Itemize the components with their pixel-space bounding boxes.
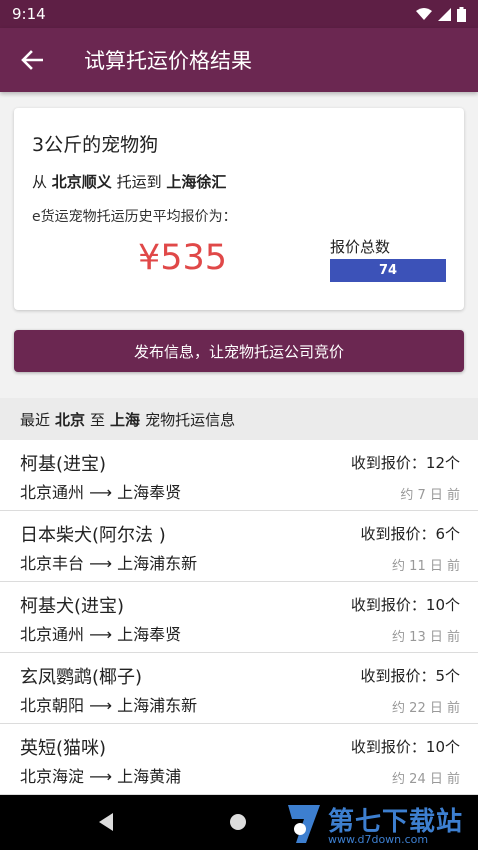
page-title: 试算托运价格结果 <box>84 49 252 73</box>
route: 北京海淀 ⟶ 上海黄浦 <box>20 767 182 786</box>
back-button[interactable] <box>0 28 64 92</box>
route-mid: 托运到 <box>116 173 162 191</box>
pet-name: 柯基犬(进宝) <box>20 596 125 617</box>
post-time: 约 22 日 前 <box>392 701 460 716</box>
watermark-url: www.d7down.com <box>328 833 429 846</box>
route: 北京通州 ⟶ 上海奉贤 <box>20 625 182 644</box>
battery-icon <box>457 6 466 22</box>
post-time: 约 13 日 前 <box>392 630 460 645</box>
watermark-logo-icon <box>288 805 320 843</box>
signal-icon <box>438 7 451 21</box>
quote-count-bar: 74 <box>330 259 446 282</box>
list-item[interactable]: 日本柴犬(阿尔法 ) 北京丰台 ⟶ 上海浦东新 收到报价：6个 约 11 日 前 <box>0 511 478 582</box>
average-price-label: e货运宠物托运历史平均报价为： <box>32 209 237 225</box>
post-time: 约 7 日 前 <box>400 488 460 503</box>
result-card: 3公斤的宠物狗 从 北京顺义 托运到 上海徐汇 e货运宠物托运历史平均报价为： … <box>14 108 464 310</box>
publish-button[interactable]: 发布信息，让宠物托运公司竞价 <box>14 330 464 372</box>
pet-name: 柯基(进宝) <box>20 454 107 475</box>
pet-name: 日本柴犬(阿尔法 ) <box>20 525 166 546</box>
quote-count-label: 报价总数 <box>330 238 391 256</box>
status-icons <box>416 6 466 22</box>
section-destination: 上海 <box>110 410 141 429</box>
list-item[interactable]: 英短(猫咪) 北京海淀 ⟶ 上海黄浦 收到报价：10个 约 24 日 前 <box>0 724 478 795</box>
quotes-received: 收到报价：12个 <box>350 454 460 472</box>
status-time: 9:14 <box>12 5 46 23</box>
status-bar: 9:14 <box>0 0 478 28</box>
wifi-icon <box>416 7 432 20</box>
section-origin: 北京 <box>55 410 86 429</box>
origin-city: 北京顺义 <box>51 173 112 191</box>
arrow-left-icon <box>21 50 43 70</box>
list-item[interactable]: 玄凤鹦鹉(椰子) 北京朝阳 ⟶ 上海浦东新 收到报价：5个 约 22 日 前 <box>0 653 478 724</box>
section-prefix: 最近 <box>20 410 51 429</box>
from-prefix: 从 <box>32 173 48 191</box>
shipment-list: 柯基(进宝) 北京通州 ⟶ 上海奉贤 收到报价：12个 约 7 日 前 日本柴犬… <box>0 440 478 795</box>
post-time: 约 11 日 前 <box>392 559 460 574</box>
pet-description: 3公斤的宠物狗 <box>32 134 159 156</box>
pet-name: 玄凤鹦鹉(椰子) <box>20 667 143 688</box>
destination-city: 上海徐汇 <box>166 173 227 191</box>
route: 北京朝阳 ⟶ 上海浦东新 <box>20 696 198 715</box>
route-summary: 从 北京顺义 托运到 上海徐汇 <box>32 171 446 192</box>
quotes-received: 收到报价：10个 <box>350 738 460 756</box>
section-suffix: 宠物托运信息 <box>145 410 236 429</box>
list-item[interactable]: 柯基(进宝) 北京通州 ⟶ 上海奉贤 收到报价：12个 约 7 日 前 <box>0 440 478 511</box>
quotes-received: 收到报价：6个 <box>360 525 460 543</box>
average-price: ¥535 <box>138 238 228 278</box>
nav-back-icon[interactable] <box>96 812 116 832</box>
app-bar: 试算托运价格结果 <box>0 28 478 92</box>
quotes-received: 收到报价：10个 <box>350 596 460 614</box>
watermark: 第七下载站 www.d7down.com <box>282 797 478 850</box>
list-item[interactable]: 柯基犬(进宝) 北京通州 ⟶ 上海奉贤 收到报价：10个 约 13 日 前 <box>0 582 478 653</box>
recent-section-header: 最近 北京 至 上海 宠物托运信息 <box>0 398 478 440</box>
quotes-received: 收到报价：5个 <box>360 667 460 685</box>
pet-name: 英短(猫咪) <box>20 738 107 759</box>
section-mid: 至 <box>90 410 106 429</box>
nav-home-icon[interactable] <box>230 814 246 830</box>
quote-count-block: 报价总数 74 <box>330 236 446 282</box>
route: 北京通州 ⟶ 上海奉贤 <box>20 483 182 502</box>
post-time: 约 24 日 前 <box>392 772 460 787</box>
route: 北京丰台 ⟶ 上海浦东新 <box>20 554 198 573</box>
